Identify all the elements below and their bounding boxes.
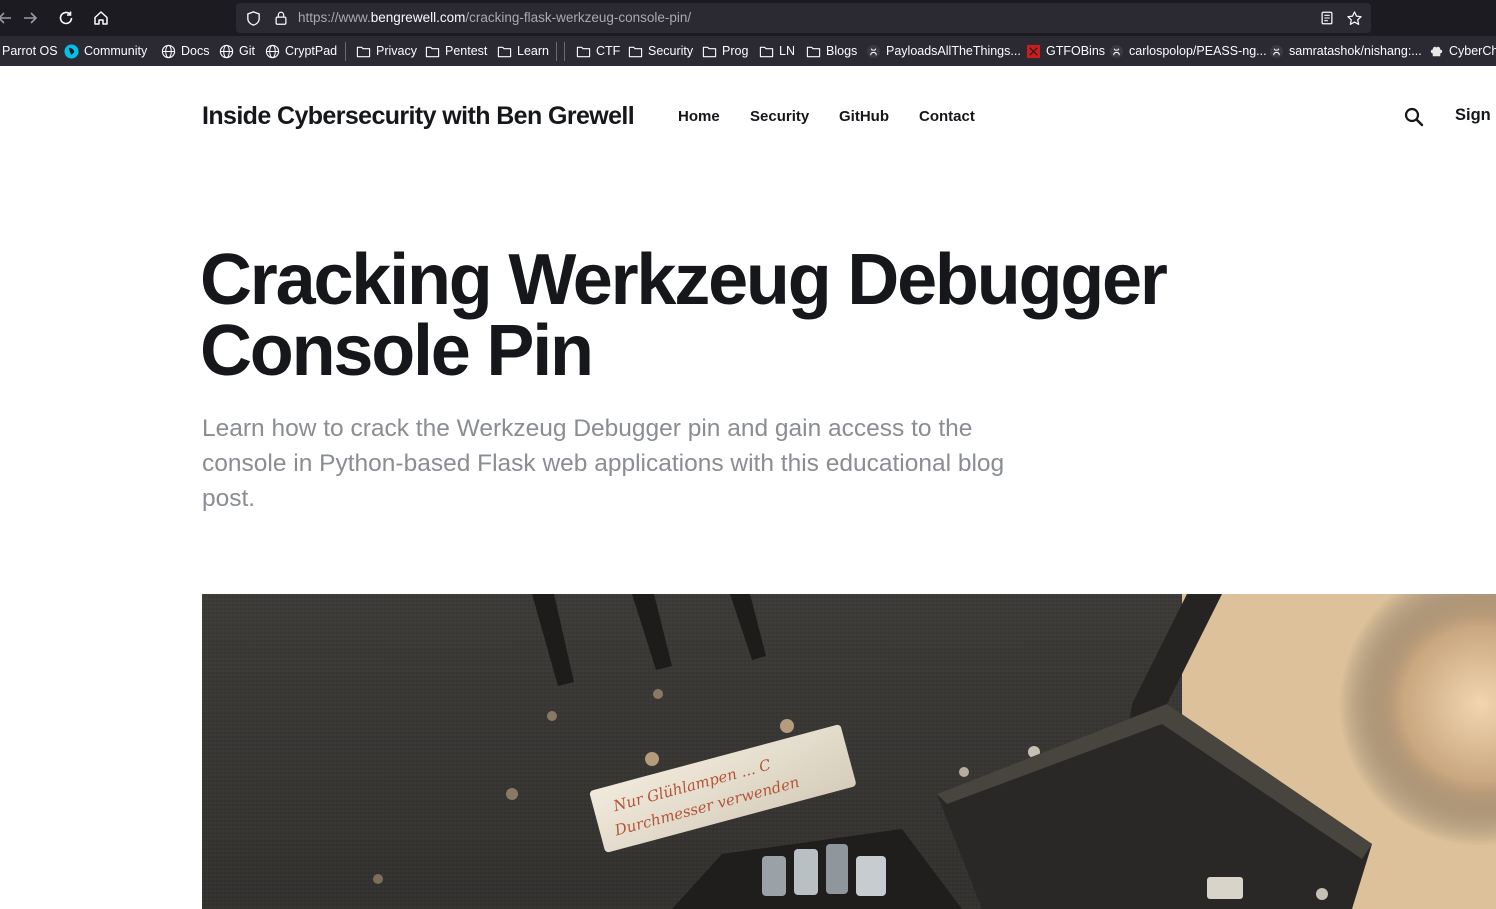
bookmark-docs[interactable]: Docs — [161, 43, 209, 59]
bookmark-label: Community — [84, 44, 148, 58]
search-icon — [1404, 107, 1424, 127]
bookmark-cryptpad[interactable]: CryptPad — [265, 43, 337, 59]
bookmark-separator — [564, 42, 565, 61]
parrot-icon — [64, 43, 79, 59]
url-path: /cracking-flask-werkzeug-console-pin/ — [465, 10, 692, 25]
forward-button[interactable] — [17, 5, 43, 31]
reader-view-icon[interactable] — [1318, 9, 1336, 27]
globe-icon — [161, 44, 176, 58]
nav-security[interactable]: Security — [750, 108, 809, 125]
bookmark-label: Docs — [181, 44, 210, 58]
bookmark-label: Git — [239, 44, 255, 58]
folder-icon — [425, 46, 440, 57]
bookmark-folder-security[interactable]: Security — [628, 43, 693, 59]
article-title: Cracking Werkzeug Debugger Console Pin — [200, 240, 1168, 391]
bookmark-separator — [345, 42, 346, 61]
bookmark-label: CryptPad — [285, 44, 338, 58]
github-icon — [1269, 44, 1284, 58]
folder-icon — [628, 46, 643, 57]
bookmark-star-icon[interactable] — [1345, 9, 1363, 27]
sign-in-link[interactable]: Sign i — [1455, 106, 1496, 125]
folder-icon — [576, 46, 591, 57]
folder-icon — [806, 46, 821, 57]
bookmark-folder-privacy[interactable]: Privacy — [356, 43, 417, 59]
bookmark-folder-ln[interactable]: LN — [759, 43, 795, 59]
url-text[interactable]: https://www.bengrewell.com/cracking-flas… — [298, 10, 691, 25]
bookmark-label: Parrot OS — [2, 44, 58, 58]
github-icon — [866, 44, 881, 58]
bookmark-label: carlospolop/PEASS-ng... — [1129, 44, 1267, 58]
bookmark-label: LN — [779, 44, 795, 58]
bookmark-folder-ctf[interactable]: CTF — [576, 43, 620, 59]
browser-toolbar: https://www.bengrewell.com/cracking-flas… — [0, 0, 1496, 36]
bookmark-label: Security — [648, 44, 694, 58]
search-button[interactable] — [1402, 105, 1426, 129]
bookmark-nishang[interactable]: samratashok/nishang:... — [1269, 43, 1422, 59]
bookmark-label: GTFOBins — [1046, 44, 1106, 58]
nav-home[interactable]: Home — [678, 108, 720, 125]
bookmark-label: Blogs — [826, 44, 858, 58]
bookmark-folder-blogs[interactable]: Blogs — [806, 43, 857, 59]
nav-github[interactable]: GitHub — [839, 108, 889, 125]
bookmark-label: Privacy — [376, 44, 417, 58]
nav-contact[interactable]: Contact — [919, 108, 975, 125]
reload-button[interactable] — [53, 5, 79, 31]
folder-icon — [497, 46, 512, 57]
bookmark-label: Pentest — [445, 44, 488, 58]
bookmark-git[interactable]: Git — [219, 43, 255, 59]
chef-icon — [1430, 46, 1443, 56]
bookmark-label: samratashok/nishang:... — [1289, 44, 1422, 58]
feature-image: Nur Glühlampen ... C Durchmesser verwend… — [202, 594, 1496, 909]
bookmark-label: Learn — [517, 44, 549, 58]
folder-icon — [356, 46, 371, 57]
bookmark-parrot-os[interactable]: Parrot OS — [2, 43, 58, 59]
folder-icon — [702, 46, 717, 57]
url-scheme: https://www. — [298, 10, 371, 25]
bookmark-peass-ng[interactable]: carlospolop/PEASS-ng... — [1109, 43, 1267, 59]
reload-icon — [59, 11, 73, 25]
lock-icon[interactable] — [272, 9, 290, 27]
home-button[interactable] — [88, 5, 114, 31]
bookmark-cyberchef[interactable]: CyberCh — [1429, 43, 1496, 59]
bookmark-payloadsallthethings[interactable]: PayloadsAllTheThings... — [866, 43, 1021, 59]
home-icon — [94, 11, 108, 25]
bookmark-folder-prog[interactable]: Prog — [702, 43, 748, 59]
bookmark-label: Prog — [722, 44, 749, 58]
globe-icon — [219, 44, 234, 58]
globe-icon — [265, 44, 280, 58]
github-icon — [1109, 44, 1124, 58]
url-host: bengrewell.com — [370, 10, 466, 25]
shield-icon[interactable] — [244, 9, 262, 27]
folder-icon — [759, 46, 774, 57]
bookmark-label: CTF — [596, 44, 621, 58]
back-button[interactable] — [0, 5, 18, 31]
url-bar[interactable]: https://www.bengrewell.com/cracking-flas… — [236, 3, 1371, 33]
bookmark-separator — [556, 42, 557, 61]
bookmark-gtfobins[interactable]: GTFOBins — [1026, 43, 1105, 59]
bookmark-label: CyberCh — [1449, 44, 1496, 58]
site-title[interactable]: Inside Cybersecurity with Ben Grewell — [202, 102, 635, 131]
bookmark-community[interactable]: Community — [64, 43, 147, 59]
forward-arrow-icon — [24, 12, 38, 24]
bookmarks-bar: Parrot OS Community Docs Git CryptPad Pr… — [0, 36, 1496, 66]
bookmark-folder-pentest[interactable]: Pentest — [425, 43, 487, 59]
bookmark-label: PayloadsAllTheThings... — [886, 44, 1021, 58]
bookmark-folder-learn[interactable]: Learn — [497, 43, 549, 59]
back-arrow-icon — [0, 12, 11, 24]
gtfobins-icon — [1026, 44, 1041, 58]
article-excerpt: Learn how to crack the Werkzeug Debugger… — [202, 415, 1005, 512]
